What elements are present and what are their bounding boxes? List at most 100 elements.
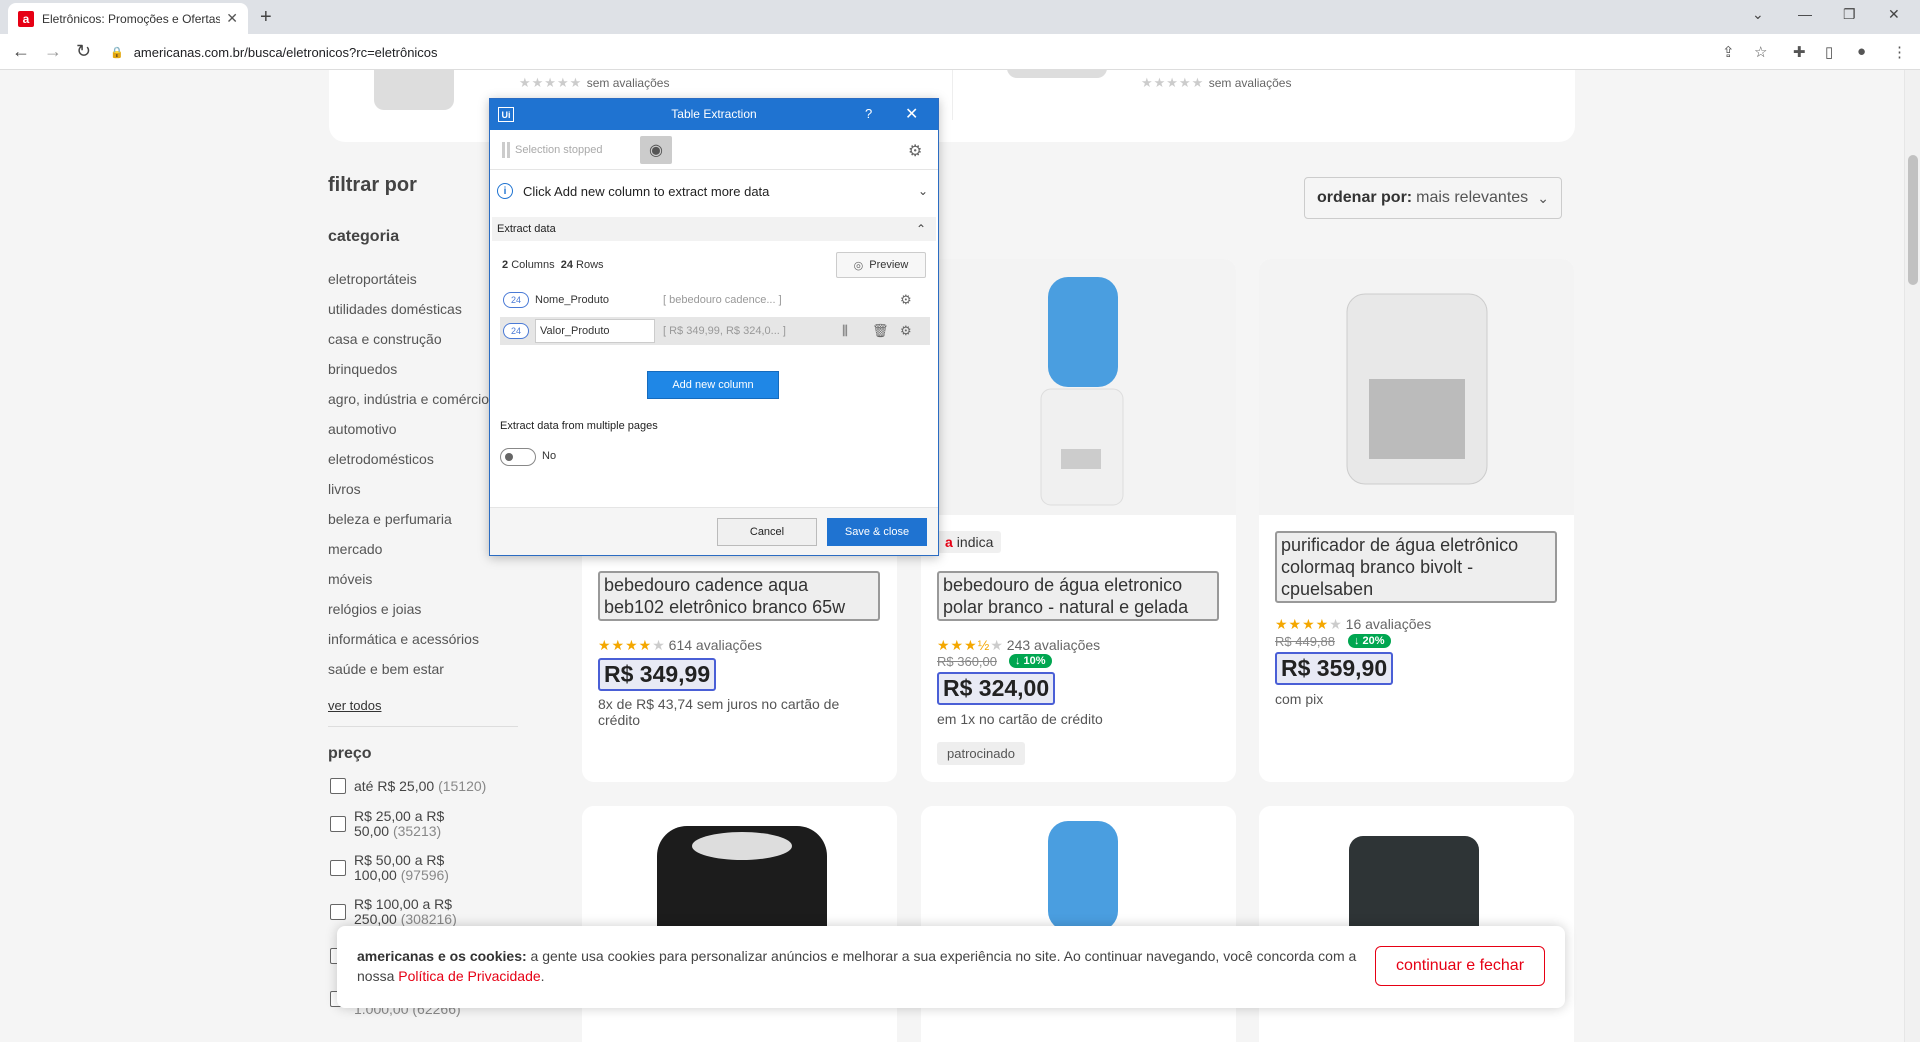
save-close-button[interactable]: Save & close xyxy=(827,518,927,546)
product-price[interactable]: R$ 349,99 xyxy=(598,658,717,691)
product-image[interactable] xyxy=(1007,70,1107,78)
price-option[interactable]: até R$ 25,00 (15120) xyxy=(354,779,486,794)
eye-icon[interactable]: ◉ xyxy=(640,136,672,164)
info-bar[interactable]: i Click Add new column to extract more d… xyxy=(490,177,938,205)
category-item[interactable]: informática e acessórios xyxy=(328,631,479,647)
bookmark-star-icon[interactable]: ☆ xyxy=(1754,43,1767,61)
multi-page-label: Extract data from multiple pages xyxy=(500,420,658,432)
product-price[interactable]: R$ 324,00 xyxy=(937,672,1056,705)
product-image[interactable] xyxy=(374,70,454,110)
category-item[interactable]: relógios e joias xyxy=(328,601,421,617)
count-badge: 24 xyxy=(503,292,529,308)
indica-badge: a indica xyxy=(937,531,1002,553)
pause-icon[interactable] xyxy=(502,142,510,158)
column-split-icon[interactable]: ⫼ xyxy=(842,323,848,339)
browser-tab[interactable]: a Eletrônicos: Promoções e Ofertas ✕ xyxy=(8,3,248,34)
product-rating: ★★★★★ 16 avaliações xyxy=(1275,616,1431,633)
new-tab-icon[interactable]: + xyxy=(260,6,272,29)
price-checkbox[interactable] xyxy=(330,904,346,920)
help-icon[interactable]: ? xyxy=(865,106,872,121)
sponsored-badge: patrocinado xyxy=(937,742,1025,765)
columns-rows-info: 2 Columns 24 Rows xyxy=(502,259,604,271)
page-content: ★★★★★ sem avaliações ★★★★★ sem avaliaçõe… xyxy=(0,70,1904,1042)
column-name[interactable]: Nome_Produto xyxy=(535,294,655,306)
category-item[interactable]: saúde e bem estar xyxy=(328,661,444,677)
cancel-button[interactable]: Cancel xyxy=(717,518,817,546)
menu-kebab-icon[interactable]: ⋮ xyxy=(1892,43,1907,61)
extract-data-section[interactable]: Extract data ⌃ xyxy=(492,217,936,241)
rating-stars-icon: ★★★★ xyxy=(1275,616,1330,632)
product-name[interactable]: bebedouro de água eletronico polar branc… xyxy=(937,571,1219,621)
minimize-icon[interactable]: — xyxy=(1798,6,1812,22)
product-name[interactable]: purificador de água eletrônico colormaq … xyxy=(1275,531,1557,603)
see-all-link[interactable]: ver todos xyxy=(328,698,381,713)
product-image[interactable] xyxy=(1259,259,1574,515)
product-image[interactable] xyxy=(921,259,1236,515)
price-checkbox[interactable] xyxy=(330,778,346,794)
gear-icon[interactable]: ⚙ xyxy=(900,292,912,308)
category-item[interactable]: agro, indústria e comércio xyxy=(328,391,489,407)
price-checkbox[interactable] xyxy=(330,860,346,876)
category-item[interactable]: utilidades domésticas xyxy=(328,301,462,317)
category-item[interactable]: automotivo xyxy=(328,421,396,437)
page-scrollbar[interactable] xyxy=(1904,70,1920,1042)
product-name-line: bebedouro cadence aqua xyxy=(604,575,809,595)
toggle-value: No xyxy=(542,450,557,462)
product-name-line: purificador de água eletrônico xyxy=(1281,535,1519,555)
price-option[interactable]: R$ 25,00 a R$ 50,00 (35213) xyxy=(354,809,444,839)
tab-close-icon[interactable]: ✕ xyxy=(226,10,238,27)
category-title: categoria xyxy=(328,228,400,245)
category-item[interactable]: casa e construção xyxy=(328,331,442,347)
price-option[interactable]: R$ 50,00 a R$ 100,00 (97596) xyxy=(354,853,449,883)
category-item[interactable]: beleza e perfumaria xyxy=(328,511,452,527)
column-name-input[interactable]: Valor_Produto xyxy=(535,319,655,343)
chevron-up-icon[interactable]: ⌃ xyxy=(916,222,926,236)
installment-line: crédito xyxy=(598,712,641,728)
chevron-down-icon[interactable]: ⌄ xyxy=(918,184,928,198)
column-row[interactable]: 24 Valor_Produto [ R$ 349,99, R$ 324,0..… xyxy=(500,317,930,345)
privacy-policy-link[interactable]: Política de Privacidade xyxy=(398,968,540,984)
reload-icon[interactable]: ↻ xyxy=(76,41,91,62)
accept-cookies-button[interactable]: continuar e fechar xyxy=(1375,946,1545,986)
product-price[interactable]: R$ 359,90 xyxy=(1275,652,1394,685)
delete-icon[interactable]: 🗑 xyxy=(872,323,889,339)
rating-stars-icon: ★★★★ xyxy=(598,637,653,653)
back-icon[interactable]: ← xyxy=(12,41,30,62)
column-row[interactable]: 24 Nome_Produto [ bebedouro cadence... ]… xyxy=(500,286,930,314)
gear-icon[interactable]: ⚙ xyxy=(900,323,912,339)
cookie-end: . xyxy=(540,968,545,984)
multi-page-toggle[interactable] xyxy=(500,448,536,466)
product-card[interactable]: purificador de água eletrônico colormaq … xyxy=(1259,259,1574,782)
preview-button[interactable]: ◎ Preview xyxy=(836,252,926,278)
sort-dropdown[interactable]: ordenar por: mais relevantes ⌄ xyxy=(1304,177,1562,219)
restore-icon[interactable]: ❐ xyxy=(1843,6,1856,23)
address-bar[interactable]: 🔒 americanas.com.br/busca/eletronicos?rc… xyxy=(110,39,1750,65)
price-checkbox[interactable] xyxy=(330,816,346,832)
info-icon: i xyxy=(497,183,513,199)
profile-avatar-icon[interactable]: ● xyxy=(1857,43,1866,60)
category-item[interactable]: livros xyxy=(328,481,361,497)
forward-icon[interactable]: → xyxy=(44,41,62,62)
side-panel-icon[interactable]: ▯ xyxy=(1825,43,1833,61)
dialog-titlebar: Ui Table Extraction ? ✕ xyxy=(490,99,938,130)
tab-search-icon[interactable]: ⌄ xyxy=(1752,6,1764,23)
price-option[interactable]: R$ 100,00 a R$ 250,00 (308216) xyxy=(354,897,457,927)
scrollbar-thumb[interactable] xyxy=(1908,155,1918,285)
product-card[interactable]: a indica bebedouro de água eletronico pol… xyxy=(921,259,1236,782)
product-name[interactable]: bebedouro cadence aqua beb102 eletrônico… xyxy=(598,571,880,621)
category-item[interactable]: brinquedos xyxy=(328,361,397,377)
rating-right: ★★★★★ sem avaliações xyxy=(1141,74,1291,92)
close-icon[interactable]: ✕ xyxy=(905,104,918,124)
category-item[interactable]: eletrodomésticos xyxy=(328,451,434,467)
share-icon[interactable]: ⇪ xyxy=(1722,43,1735,61)
close-window-icon[interactable]: ✕ xyxy=(1888,6,1900,23)
toggle-knob xyxy=(505,453,513,461)
category-item[interactable]: móveis xyxy=(328,571,372,587)
gear-icon[interactable]: ⚙ xyxy=(908,141,922,161)
add-new-column-button[interactable]: Add new column xyxy=(647,371,779,399)
price-range: R$ 25,00 a R$ xyxy=(354,808,445,824)
category-item[interactable]: eletroportáteis xyxy=(328,271,417,287)
extensions-icon[interactable]: ✚ xyxy=(1793,43,1806,61)
category-item[interactable]: mercado xyxy=(328,541,382,557)
dialog-footer: Cancel Save & close xyxy=(490,507,938,555)
